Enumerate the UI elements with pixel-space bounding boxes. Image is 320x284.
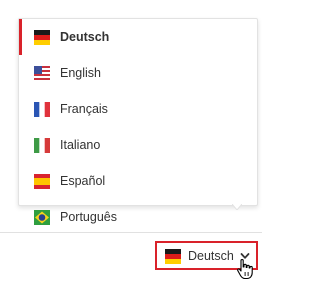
- language-option-portugues[interactable]: Português: [19, 199, 257, 235]
- language-option-espanol[interactable]: Español: [19, 163, 257, 199]
- language-option-label: Español: [60, 174, 106, 188]
- language-option-label: Français: [60, 102, 108, 116]
- brazil-flag-icon: [33, 208, 51, 226]
- language-option-label: Deutsch: [60, 30, 110, 44]
- italy-flag-icon: [33, 136, 51, 154]
- germany-flag-icon: [33, 28, 51, 46]
- hand-cursor-icon: [236, 258, 254, 280]
- language-list: Deutsch English Français Italiano Españo…: [19, 19, 257, 235]
- usa-flag-icon: [33, 64, 51, 82]
- germany-flag-icon: [164, 247, 182, 265]
- language-option-deutsch[interactable]: Deutsch: [19, 19, 257, 55]
- language-option-english[interactable]: English: [19, 55, 257, 91]
- language-option-label: English: [60, 66, 101, 80]
- language-option-label: Italiano: [60, 138, 101, 152]
- language-selector-label: Deutsch: [188, 248, 234, 263]
- language-option-label: Português: [60, 210, 117, 224]
- spain-flag-icon: [33, 172, 51, 190]
- france-flag-icon: [33, 100, 51, 118]
- dropdown-pointer: [232, 204, 242, 210]
- language-option-francais[interactable]: Français: [19, 91, 257, 127]
- language-option-italiano[interactable]: Italiano: [19, 127, 257, 163]
- language-dropdown-menu: Deutsch English Français Italiano Españo…: [18, 18, 258, 225]
